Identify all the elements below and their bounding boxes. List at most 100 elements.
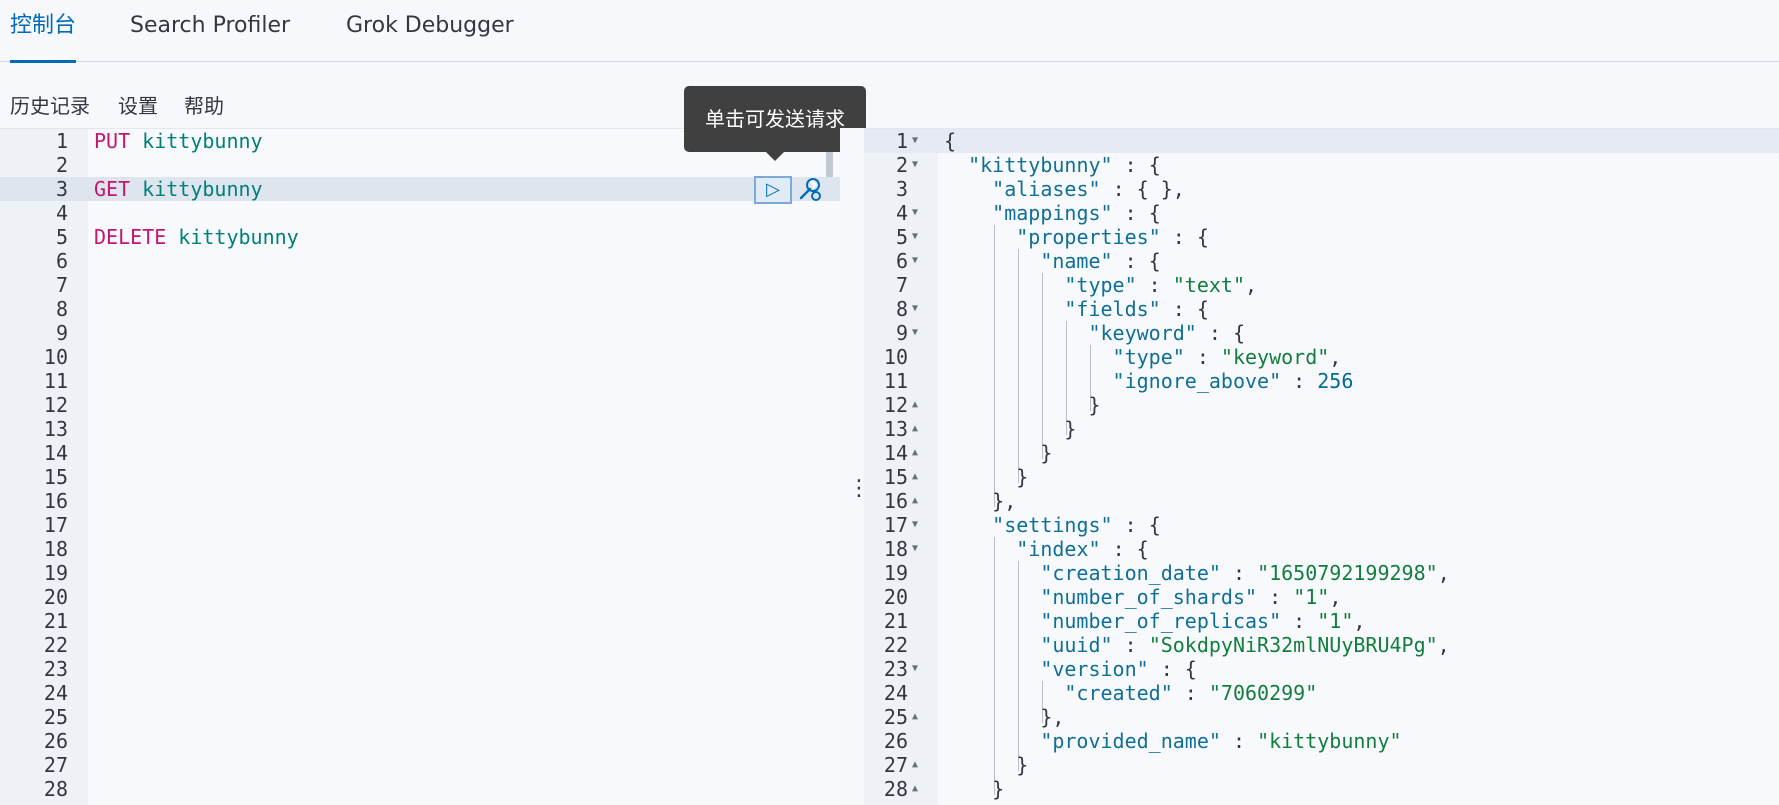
line-number: 4: [55, 201, 68, 225]
line-number: 10: [43, 345, 68, 369]
fold-caret-icon[interactable]: ▼: [912, 513, 918, 537]
request-line[interactable]: 9: [0, 321, 840, 345]
help-button[interactable]: 帮助: [184, 90, 224, 119]
fold-caret-icon[interactable]: ▲: [912, 489, 918, 513]
fold-caret-icon[interactable]: ▲: [912, 465, 918, 489]
request-path: kittybunny: [142, 129, 263, 153]
line-number: 8: [55, 297, 68, 321]
json-key: "number_of_shards": [1040, 585, 1258, 609]
fold-caret-icon[interactable]: ▼: [912, 249, 918, 273]
line-number: 16: [43, 489, 68, 513]
line-number: 22: [43, 633, 68, 657]
line-number: 28: [43, 777, 68, 801]
response-code: }: [1040, 441, 1052, 465]
fold-caret-icon[interactable]: ▲: [912, 705, 918, 729]
json-punct: :: [1281, 609, 1318, 633]
request-line[interactable]: 19: [0, 561, 840, 585]
request-line[interactable]: 22: [0, 633, 840, 657]
fold-caret-icon[interactable]: ▼: [912, 537, 918, 561]
request-line[interactable]: 6: [0, 249, 840, 273]
request-options-button[interactable]: [796, 176, 824, 204]
request-line[interactable]: 18: [0, 537, 840, 561]
fold-caret-icon[interactable]: ▼: [912, 297, 918, 321]
fold-caret-icon[interactable]: ▲: [912, 753, 918, 777]
request-line[interactable]: 11: [0, 369, 840, 393]
tab-grok-debugger[interactable]: Grok Debugger: [346, 0, 514, 62]
request-line[interactable]: 16: [0, 489, 840, 513]
request-line[interactable]: 3 GET kittybunny: [0, 177, 840, 201]
line-number: 14: [883, 441, 908, 465]
pane-resizer[interactable]: ⋮: [840, 128, 870, 804]
request-line[interactable]: 13: [0, 417, 840, 441]
request-line[interactable]: 4: [0, 201, 840, 225]
fold-caret-icon[interactable]: ▼: [912, 153, 918, 177]
request-line[interactable]: 14: [0, 441, 840, 465]
request-line[interactable]: 12: [0, 393, 840, 417]
json-key: "name": [1040, 249, 1113, 273]
request-line[interactable]: 27: [0, 753, 840, 777]
tab-console[interactable]: 控制台: [10, 0, 77, 63]
line-number: 4: [895, 201, 908, 225]
response-line: 9 ▼ "keyword" : {: [864, 321, 1779, 345]
play-icon: ▷: [766, 179, 780, 200]
fold-caret-icon[interactable]: ▼: [912, 225, 918, 249]
json-punct: ,: [1437, 561, 1450, 585]
request-editor[interactable]: 1 PUT kittybunny 2 3 GET kittybunny 4 5 DELETE …: [0, 128, 840, 805]
request-line[interactable]: 2: [0, 153, 840, 177]
request-line[interactable]: 10: [0, 345, 840, 369]
line-number: 25: [883, 705, 908, 729]
json-string: "1650792199298": [1257, 561, 1438, 585]
json-string: "keyword": [1220, 345, 1330, 369]
fold-caret-icon[interactable]: ▲: [912, 777, 918, 801]
send-request-tooltip: 单击可发送请求: [684, 86, 866, 161]
request-line[interactable]: 15: [0, 465, 840, 489]
fold-caret-icon[interactable]: ▼: [912, 321, 918, 345]
line-number: 21: [883, 609, 908, 633]
response-code: "creation_date" : "1650792199298",: [1040, 561, 1449, 585]
response-line: 13 ▲}: [864, 417, 1779, 441]
fold-caret-icon[interactable]: ▲: [912, 393, 918, 417]
send-request-button[interactable]: ▷: [754, 176, 792, 204]
request-scrollbar[interactable]: [826, 151, 833, 177]
request-line[interactable]: 24: [0, 681, 840, 705]
line-number: 1: [895, 129, 908, 153]
request-line[interactable]: 20: [0, 585, 840, 609]
json-punct: :: [1220, 729, 1258, 753]
request-line[interactable]: 21: [0, 609, 840, 633]
json-key: "provided_name": [1040, 729, 1221, 753]
json-string: "text": [1172, 273, 1246, 297]
request-line[interactable]: 7: [0, 273, 840, 297]
json-key: "version": [1040, 657, 1149, 681]
response-code: }: [1016, 465, 1028, 489]
response-editor[interactable]: 1 ▼{2 ▼ "kittybunny" : {3 "aliases" : { }, 4 ▼…: [864, 128, 1779, 805]
json-punct: ,: [1353, 609, 1366, 633]
request-line[interactable]: 25: [0, 705, 840, 729]
response-line: 24 "created" : "7060299": [864, 681, 1779, 705]
json-punct: ,: [1437, 633, 1450, 657]
fold-caret-icon[interactable]: ▼: [912, 201, 918, 225]
line-number: 25: [43, 705, 68, 729]
response-code: "kittybunny" : {: [968, 153, 1161, 177]
response-line: 23 ▼ "version" : {: [864, 657, 1779, 681]
history-button[interactable]: 历史记录: [10, 90, 90, 119]
fold-caret-icon[interactable]: ▼: [912, 129, 918, 153]
json-punct: : {: [1160, 297, 1209, 321]
request-line[interactable]: 26: [0, 729, 840, 753]
json-number: 256: [1317, 369, 1354, 393]
json-key: "kittybunny": [968, 153, 1113, 177]
request-line[interactable]: 28: [0, 777, 840, 801]
request-line[interactable]: 8: [0, 297, 840, 321]
json-punct: {: [944, 129, 957, 153]
request-line[interactable]: 23: [0, 657, 840, 681]
response-code: "type" : "text",: [1064, 273, 1257, 297]
fold-caret-icon[interactable]: ▲: [912, 417, 918, 441]
settings-button[interactable]: 设置: [118, 90, 158, 119]
line-number: 6: [55, 249, 68, 273]
json-string: "kittybunny": [1257, 729, 1402, 753]
json-key: "type": [1112, 345, 1185, 369]
fold-caret-icon[interactable]: ▼: [912, 657, 918, 681]
fold-caret-icon[interactable]: ▲: [912, 441, 918, 465]
request-line[interactable]: 17: [0, 513, 840, 537]
request-line[interactable]: 5 DELETE kittybunny: [0, 225, 840, 249]
tab-search-profiler[interactable]: Search Profiler: [130, 0, 290, 62]
